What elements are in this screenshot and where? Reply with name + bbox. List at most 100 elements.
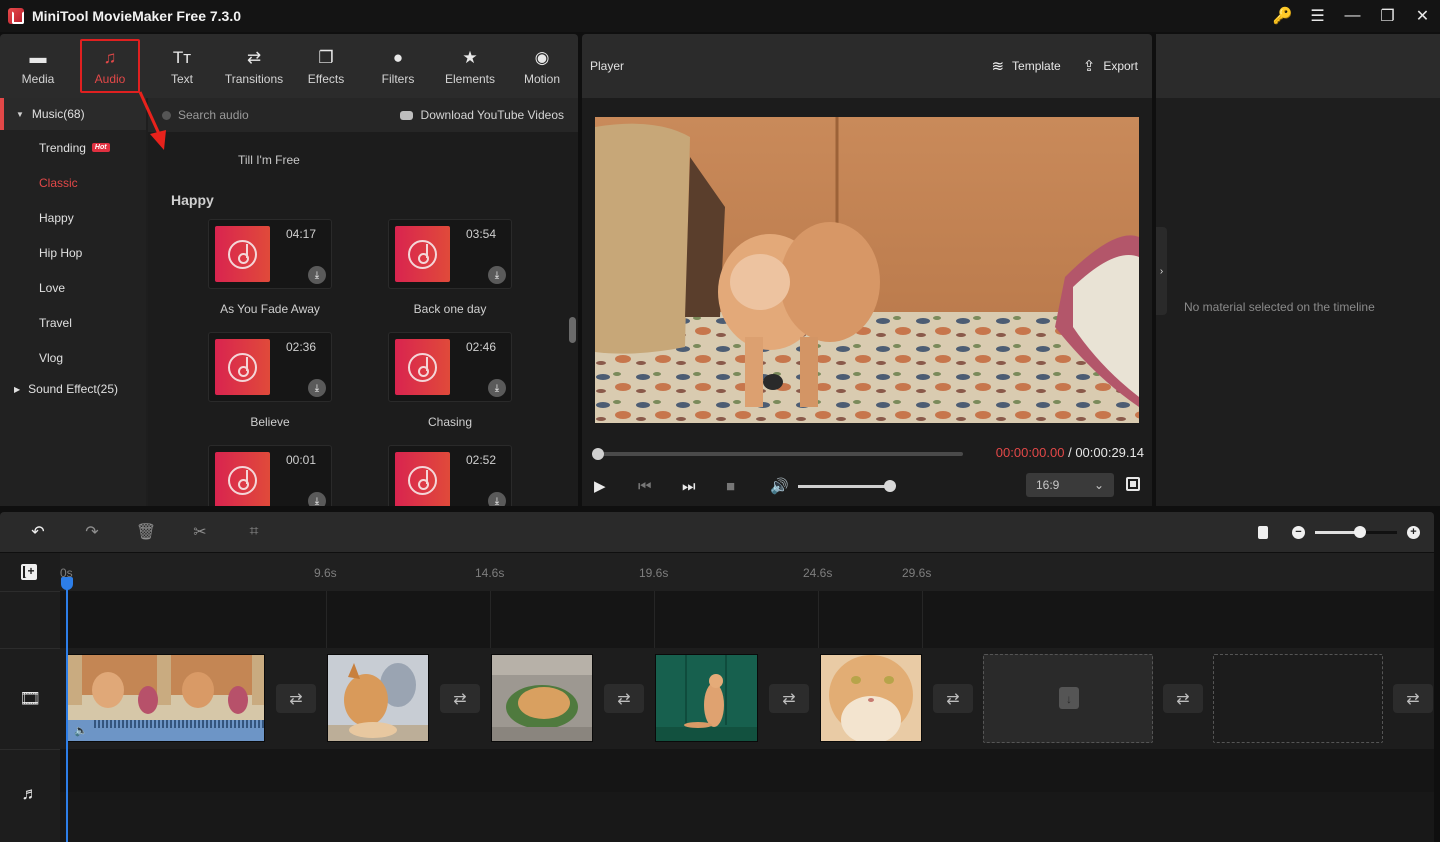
zoom-handle[interactable] (1354, 525, 1367, 538)
audio-track-item[interactable]: 04:17 ⤓ As You Fade Away (208, 219, 332, 316)
track-title[interactable]: Till I'm Free (238, 153, 300, 167)
audio-track-item[interactable]: 02:52 ⤓ (388, 445, 512, 506)
music-note-icon (228, 352, 257, 382)
transition-slot[interactable]: ⇄ (276, 684, 316, 713)
stop-button[interactable]: ■ (726, 478, 770, 495)
audio-track-item[interactable]: 02:36 ⤓ Believe (208, 332, 332, 429)
download-youtube-button[interactable]: Download YouTube Videos (399, 108, 564, 122)
category-travel[interactable]: Travel (0, 305, 146, 340)
export-button[interactable]: ⇪ Export (1083, 57, 1138, 75)
audio-track-card[interactable]: 02:52 ⤓ (388, 445, 512, 506)
next-frame-button[interactable]: ⏭ (682, 478, 726, 495)
folder-icon: ▬ (29, 47, 47, 67)
transition-slot[interactable]: ⇄ (604, 684, 644, 713)
timeline: 0s 9.6s 14.6s 19.6s 24.6s 29.6s 🎞 ♬ 🔈 (0, 553, 1434, 842)
crop-button[interactable]: ⌗ (227, 523, 281, 541)
aspect-ratio-select[interactable]: 16:9 ⌄ (1026, 473, 1114, 497)
sound-effect-group[interactable]: ▶ Sound Effect(25) (0, 375, 146, 403)
video-clip[interactable]: 🔈 (67, 654, 265, 742)
seek-handle[interactable] (592, 448, 604, 460)
tab-media[interactable]: ▬ Media (2, 39, 74, 93)
kitten-thumbnail (328, 655, 428, 741)
audio-track-card[interactable]: 02:36 ⤓ (208, 332, 332, 402)
redo-button[interactable]: ↷ (65, 522, 119, 542)
category-vlog[interactable]: Vlog (0, 340, 146, 375)
transition-slot[interactable]: ⇄ (1163, 684, 1203, 713)
category-trending[interactable]: Trending Hot (0, 130, 146, 165)
tab-effects[interactable]: ❐ Effects (290, 39, 362, 93)
music-note-icon: ♬ (0, 749, 60, 837)
zoom-slider[interactable] (1315, 525, 1397, 538)
transition-slot[interactable]: ⇄ (933, 684, 973, 713)
tab-transitions[interactable]: ⇄ Transitions (218, 39, 290, 93)
download-icon[interactable]: ⤓ (488, 379, 506, 397)
audio-track-card[interactable]: 03:54 ⤓ (388, 219, 512, 289)
category-love[interactable]: Love (0, 270, 146, 305)
video-preview[interactable] (595, 117, 1139, 423)
maximize-icon[interactable]: ❐ (1370, 0, 1405, 32)
empty-media-slot[interactable] (1213, 654, 1383, 743)
time-ruler[interactable]: 0s 9.6s 14.6s 19.6s 24.6s 29.6s (60, 553, 1434, 591)
drop-media-slot[interactable]: ↓ (983, 654, 1153, 743)
add-track-icon[interactable] (21, 564, 37, 580)
image-clip[interactable] (491, 654, 593, 742)
download-icon[interactable]: ⤓ (488, 266, 506, 284)
clip-volume-icon[interactable]: 🔈 (74, 724, 88, 737)
tab-filters[interactable]: ● Filters (362, 39, 434, 93)
audio-track-card[interactable]: 04:17 ⤓ (208, 219, 332, 289)
hot-badge: Hot (91, 143, 110, 152)
zoom-out-button[interactable]: − (1292, 525, 1305, 539)
image-clip[interactable] (820, 654, 922, 742)
download-icon[interactable]: ⤓ (308, 379, 326, 397)
download-icon[interactable]: ⤓ (308, 492, 326, 506)
volume-handle[interactable] (884, 479, 896, 492)
fullscreen-icon[interactable] (1126, 477, 1140, 491)
grid-line (654, 591, 655, 648)
undo-button[interactable]: ↶ (11, 522, 65, 542)
download-icon[interactable]: ⤓ (488, 492, 506, 506)
collapse-panel-button[interactable]: › (1156, 227, 1167, 315)
category-happy[interactable]: Happy (0, 200, 146, 235)
minimize-icon[interactable]: — (1335, 0, 1370, 32)
audio-content: Search audio Download YouTube Videos Til… (148, 98, 578, 506)
template-button[interactable]: ≋ Template (991, 57, 1060, 75)
tab-text[interactable]: Tт Text (146, 39, 218, 93)
seek-bar[interactable] (592, 448, 963, 460)
audio-track-item[interactable]: 00:01 ⤓ (208, 445, 332, 506)
transition-slot[interactable]: ⇄ (769, 684, 809, 713)
previous-frame-button[interactable]: ⏮ (638, 478, 682, 495)
audio-track-item[interactable]: 02:46 ⤓ Chasing (388, 332, 512, 429)
menu-icon[interactable]: ☰ (1300, 0, 1335, 32)
audio-track-card[interactable]: 00:01 ⤓ (208, 445, 332, 506)
category-hip-hop[interactable]: Hip Hop (0, 235, 146, 270)
audio-track-card[interactable]: 02:46 ⤓ (388, 332, 512, 402)
tab-audio[interactable]: ♫ Audio (80, 39, 140, 93)
image-clip[interactable] (327, 654, 429, 742)
zoom-in-button[interactable]: + (1407, 525, 1420, 539)
search-audio-input[interactable]: Search audio (162, 108, 249, 122)
transition-slot[interactable]: ⇄ (1393, 684, 1433, 713)
music-group[interactable]: ▼ Music(68) (0, 98, 146, 130)
key-icon[interactable]: 🔑 (1265, 0, 1300, 32)
ruler-tick: 9.6s (314, 566, 337, 580)
tab-motion[interactable]: ◉ Motion (506, 39, 578, 93)
tab-elements[interactable]: ★ Elements (434, 39, 506, 93)
close-icon[interactable]: ✕ (1405, 0, 1440, 32)
cat-green-door-thumbnail (656, 655, 757, 741)
volume-icon[interactable]: 🔊 (770, 477, 794, 495)
split-button[interactable]: ✂ (173, 522, 227, 542)
download-icon[interactable]: ⤓ (308, 266, 326, 284)
volume-slider[interactable] (798, 479, 896, 492)
playhead[interactable] (66, 578, 68, 842)
playhead-handle[interactable] (61, 577, 73, 590)
transition-slot[interactable]: ⇄ (440, 684, 480, 713)
audio-track-item[interactable]: 03:54 ⤓ Back one day (388, 219, 512, 316)
image-clip[interactable] (655, 654, 758, 742)
library-scrollbar[interactable] (569, 317, 576, 343)
play-button[interactable]: ▶ (594, 477, 638, 495)
music-note-icon (408, 239, 437, 269)
fit-timeline-icon[interactable] (1258, 525, 1268, 539)
delete-button[interactable]: 🗑 (119, 522, 173, 542)
search-icon (162, 110, 171, 120)
category-classic[interactable]: Classic (0, 165, 146, 200)
